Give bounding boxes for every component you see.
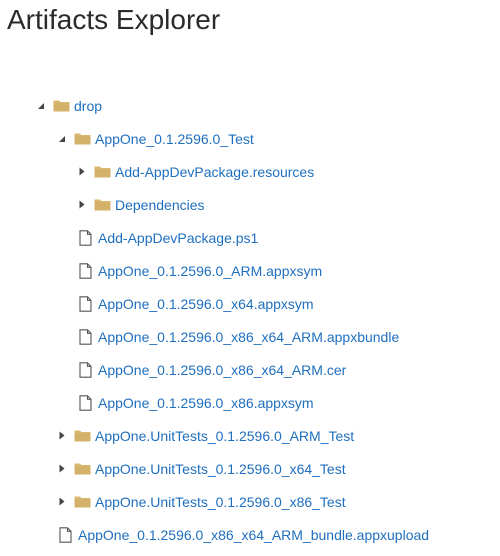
file-icon — [78, 295, 92, 312]
folder-icon — [74, 131, 91, 146]
tree-folder-drop[interactable]: drop — [0, 89, 500, 122]
tree-folder-appone-unittests-0-1-2596-0-x64-test[interactable]: AppOne.UnitTests_0.1.2596.0_x64_Test — [0, 452, 500, 485]
folder-link[interactable]: AppOne.UnitTests_0.1.2596.0_x86_Test — [95, 494, 346, 510]
artifacts-tree: drop AppOne_0.1.2596.0_Test Add-AppDevPack… — [0, 89, 500, 551]
file-icon — [78, 262, 92, 279]
tree-file-appone-0-1-2596-0-x86-x64-arm-bundle-appxupload[interactable]: AppOne_0.1.2596.0_x86_x64_ARM_bundle.app… — [0, 518, 500, 551]
tree-file-appone-0-1-2596-0-x86-x64-arm-cer[interactable]: AppOne_0.1.2596.0_x86_x64_ARM.cer — [0, 353, 500, 386]
collapsed-triangle-icon[interactable] — [56, 463, 68, 475]
folder-icon — [94, 164, 111, 179]
file-link[interactable]: AppOne_0.1.2596.0_ARM.appxsym — [98, 263, 322, 279]
folder-link[interactable]: AppOne.UnitTests_0.1.2596.0_x64_Test — [95, 461, 346, 477]
expanded-triangle-icon[interactable] — [56, 133, 68, 145]
tree-file-add-appdevpackage-ps1[interactable]: Add-AppDevPackage.ps1 — [0, 221, 500, 254]
tree-folder-add-appdevpackage-resources[interactable]: Add-AppDevPackage.resources — [0, 155, 500, 188]
folder-link[interactable]: Dependencies — [115, 197, 205, 213]
page-title: Artifacts Explorer — [7, 4, 221, 35]
file-icon — [78, 328, 92, 345]
folder-icon — [53, 98, 70, 113]
folder-link[interactable]: Add-AppDevPackage.resources — [115, 164, 314, 180]
collapsed-triangle-icon[interactable] — [76, 199, 88, 211]
file-icon — [78, 229, 92, 246]
file-icon — [58, 526, 72, 543]
folder-link[interactable]: AppOne_0.1.2596.0_Test — [95, 131, 254, 147]
folder-icon — [74, 494, 91, 509]
folder-link[interactable]: AppOne.UnitTests_0.1.2596.0_ARM_Test — [95, 428, 354, 444]
folder-icon — [74, 428, 91, 443]
folder-icon — [94, 197, 111, 212]
tree-file-appone-0-1-2596-0-x64-appxsym[interactable]: AppOne_0.1.2596.0_x64.appxsym — [0, 287, 500, 320]
file-link[interactable]: Add-AppDevPackage.ps1 — [98, 230, 258, 246]
tree-file-appone-0-1-2596-0-x86-appxsym[interactable]: AppOne_0.1.2596.0_x86.appxsym — [0, 386, 500, 419]
file-link[interactable]: AppOne_0.1.2596.0_x86.appxsym — [98, 395, 314, 411]
tree-folder-appone-unittests-0-1-2596-0-x86-test[interactable]: AppOne.UnitTests_0.1.2596.0_x86_Test — [0, 485, 500, 518]
tree-folder-appone-0-1-2596-0-test[interactable]: AppOne_0.1.2596.0_Test — [0, 122, 500, 155]
collapsed-triangle-icon[interactable] — [56, 496, 68, 508]
file-link[interactable]: AppOne_0.1.2596.0_x86_x64_ARM.cer — [98, 362, 346, 378]
tree-folder-dependencies[interactable]: Dependencies — [0, 188, 500, 221]
expanded-triangle-icon[interactable] — [35, 100, 47, 112]
tree-file-appone-0-1-2596-0-x86-x64-arm-appxbundle[interactable]: AppOne_0.1.2596.0_x86_x64_ARM.appxbundle — [0, 320, 500, 353]
collapsed-triangle-icon[interactable] — [76, 166, 88, 178]
folder-icon — [74, 461, 91, 476]
tree-folder-appone-unittests-0-1-2596-0-arm-test[interactable]: AppOne.UnitTests_0.1.2596.0_ARM_Test — [0, 419, 500, 452]
folder-link[interactable]: drop — [74, 98, 102, 114]
file-link[interactable]: AppOne_0.1.2596.0_x86_x64_ARM.appxbundle — [98, 329, 399, 345]
file-icon — [78, 394, 92, 411]
file-icon — [78, 361, 92, 378]
file-link[interactable]: AppOne_0.1.2596.0_x64.appxsym — [98, 296, 314, 312]
file-link[interactable]: AppOne_0.1.2596.0_x86_x64_ARM_bundle.app… — [78, 527, 429, 543]
tree-file-appone-0-1-2596-0-arm-appxsym[interactable]: AppOne_0.1.2596.0_ARM.appxsym — [0, 254, 500, 287]
collapsed-triangle-icon[interactable] — [56, 430, 68, 442]
